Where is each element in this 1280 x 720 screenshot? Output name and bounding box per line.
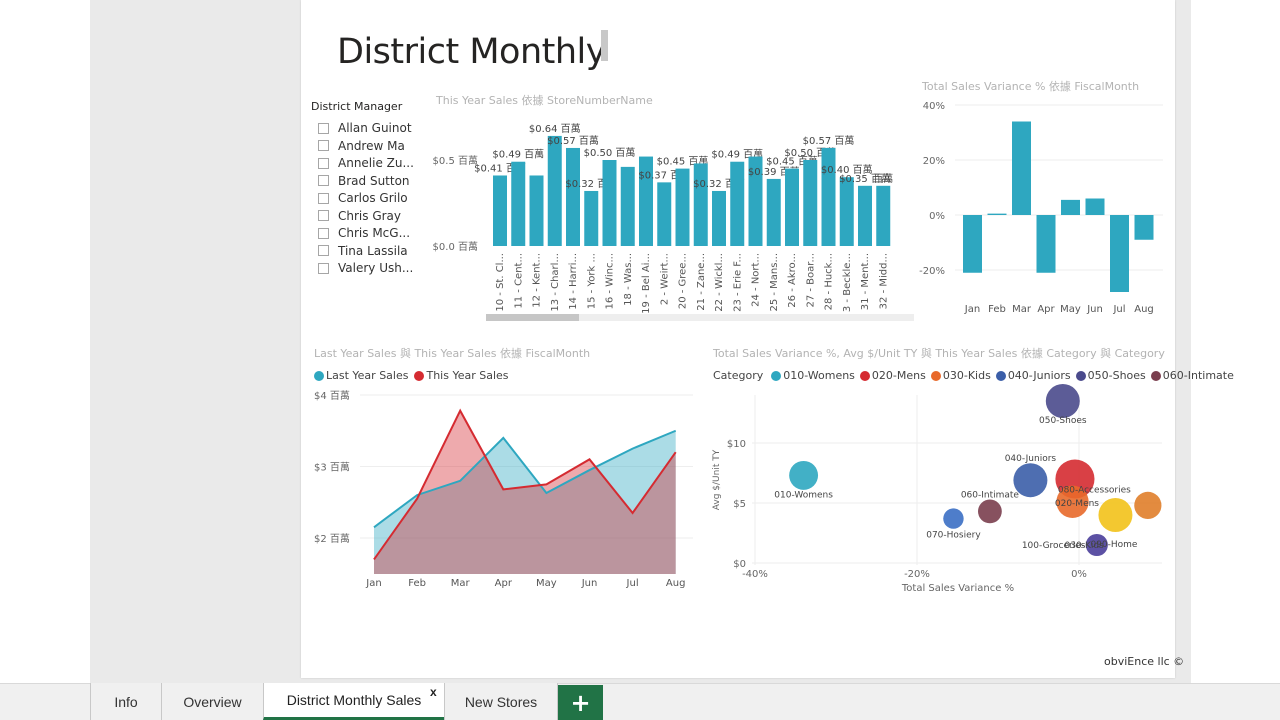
report-canvas [301, 0, 1175, 678]
slicer-item[interactable]: Brad Sutton [318, 174, 410, 188]
legend-marker-icon [859, 370, 870, 381]
copyright-text: obviEnce llc © [1104, 655, 1185, 668]
slicer-item[interactable]: Carlos Grilo [318, 191, 408, 205]
legend-marker-icon [930, 370, 941, 381]
checkbox[interactable] [318, 227, 329, 239]
text-cursor [601, 30, 608, 61]
scatter-chart-legend: Category 010-Womens 020-Mens 030-Kids 040-Ju… [713, 369, 1239, 382]
legend-marker-icon [314, 370, 324, 381]
legend-marker-icon [995, 370, 1006, 381]
legend-entry[interactable]: 040-Juniors [995, 369, 1071, 382]
checkbox[interactable] [318, 210, 329, 221]
legend-marker-icon [414, 370, 425, 381]
legend-label: 050-Shoes [1087, 369, 1146, 382]
tab-new-stores[interactable]: New Stores [444, 683, 558, 720]
checkbox[interactable] [318, 245, 329, 256]
slicer-item[interactable]: Valery Ush... [318, 261, 413, 275]
checkbox[interactable] [318, 140, 329, 151]
slicer-item[interactable]: Chris McG... [318, 226, 410, 240]
checkbox[interactable] [318, 122, 329, 134]
legend-entry[interactable]: 010-Womens [771, 369, 855, 382]
legend-title: Category [713, 369, 764, 382]
slicer-item-label: Allan Guinot [338, 121, 412, 135]
legend-label: 060-Intimate [1162, 369, 1234, 382]
checkbox[interactable] [318, 262, 329, 274]
legend-marker-icon [1150, 370, 1161, 381]
slicer-item[interactable]: Annelie Zu... [318, 156, 414, 170]
legend-entry[interactable]: 030-Kids [930, 369, 991, 382]
slicer-item-label: Annelie Zu... [338, 156, 414, 170]
slicer-item[interactable]: Tina Lassila [318, 244, 408, 258]
legend-label: 010-Womens [783, 369, 855, 382]
checkbox[interactable] [318, 175, 329, 186]
slicer-item[interactable]: Allan Guinot [318, 121, 412, 135]
variance-bar-chart-title: Total Sales Variance % 依據 FiscalMonth [922, 80, 1140, 93]
store-bar-chart-title: This Year Sales 依據 StoreNumberName [436, 94, 653, 107]
slicer-item-label: Valery Ush... [338, 261, 414, 275]
sales-area-chart-title: Last Year Sales 與 This Year Sales 依據 Fis… [314, 347, 591, 360]
slicer-item-label: Tina Lassila [338, 243, 408, 258]
legend-entry[interactable]: 060-Intimate [1150, 369, 1234, 382]
slicer-item-label: Chris McG... [338, 226, 411, 240]
area-chart-legend: Last Year Sales This Year Sales [314, 369, 515, 382]
legend-label: 040-Juniors [1007, 369, 1071, 382]
legend-label: This Year Sales [426, 369, 509, 382]
legend-entry[interactable]: Last Year Sales [314, 369, 408, 382]
slicer-item[interactable]: Chris Gray [318, 209, 401, 223]
slicer-item-label: Brad Sutton [338, 173, 410, 188]
add-tab-button[interactable]: + [558, 685, 603, 720]
checkbox[interactable] [318, 157, 329, 169]
tab-district-monthly-sales[interactable]: District Monthly Sales [263, 683, 444, 720]
legend-label: Last Year Sales [326, 369, 409, 382]
legend-marker-icon [771, 370, 782, 381]
legend-entry[interactable]: This Year Sales [414, 369, 509, 382]
slicer-item-label: Andrew Ma [338, 138, 405, 153]
slicer-title: District Manager [311, 100, 403, 113]
slicer-item-label: Chris Gray [338, 208, 402, 223]
report-title[interactable]: District Monthly [337, 32, 606, 72]
legend-marker-icon [1075, 370, 1086, 381]
legend-entry[interactable]: 050-Shoes [1075, 369, 1146, 382]
tab-info[interactable]: Info [90, 683, 161, 720]
app-window: District Monthly District Manager Allan … [0, 0, 1280, 720]
tab-overview[interactable]: Overview [161, 683, 263, 720]
slicer-item-label: Carlos Grilo [338, 191, 408, 205]
legend-entry[interactable]: 020-Mens [859, 369, 926, 382]
legend-label: 030-Kids [942, 369, 991, 382]
right-margin [1191, 0, 1280, 683]
left-margin [0, 0, 90, 683]
legend-label: 020-Mens [871, 369, 926, 382]
slicer-item[interactable]: Andrew Ma [318, 139, 405, 153]
checkbox[interactable] [318, 192, 329, 204]
close-tab-icon[interactable]: x [430, 685, 437, 699]
scatter-chart-title: Total Sales Variance %, Avg $/Unit TY 與 … [713, 347, 1165, 360]
